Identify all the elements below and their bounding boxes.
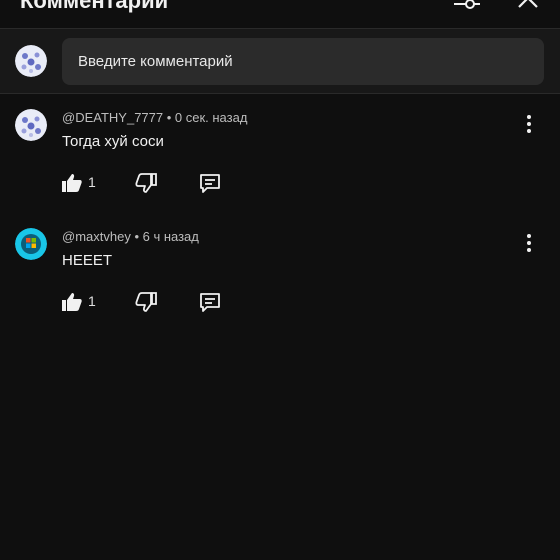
thumbs-up-icon [62, 174, 82, 192]
like-count: 1 [88, 293, 96, 309]
reply-button[interactable] [198, 171, 222, 195]
comment-composer [0, 29, 560, 94]
thumbs-down-icon [135, 292, 157, 312]
comment-item: @maxtvhey • 6 ч назад НЕЕЕТ 1 [0, 228, 560, 338]
user-avatar-icon[interactable] [15, 228, 47, 260]
comment-item: @DEATHY_7777 • 0 сек. назад Тогда хуй со… [0, 109, 560, 219]
reply-button[interactable] [198, 290, 222, 314]
comment-text: Тогда хуй соси [62, 133, 164, 150]
thumbs-down-icon [135, 173, 157, 193]
more-options-icon[interactable] [522, 232, 536, 254]
page-title: Комментарии [20, 0, 169, 13]
like-count: 1 [88, 174, 96, 190]
thumbs-up-icon [62, 293, 82, 311]
reply-comment-icon [200, 174, 220, 193]
user-avatar-icon [15, 45, 47, 77]
user-avatar-icon[interactable] [15, 109, 47, 141]
comment-meta[interactable]: @maxtvhey • 6 ч назад [62, 229, 199, 244]
dislike-button[interactable] [134, 290, 158, 314]
sort-filter-icon[interactable] [452, 0, 482, 12]
like-button[interactable] [60, 171, 84, 195]
like-button[interactable] [60, 290, 84, 314]
comments-header: Комментарии [0, 0, 560, 29]
reply-comment-icon [200, 293, 220, 312]
comment-text: НЕЕЕТ [62, 252, 113, 269]
comment-input[interactable] [62, 38, 544, 85]
dislike-button[interactable] [134, 171, 158, 195]
comment-meta[interactable]: @DEATHY_7777 • 0 сек. назад [62, 110, 247, 125]
close-icon[interactable] [516, 0, 540, 12]
more-options-icon[interactable] [522, 113, 536, 135]
